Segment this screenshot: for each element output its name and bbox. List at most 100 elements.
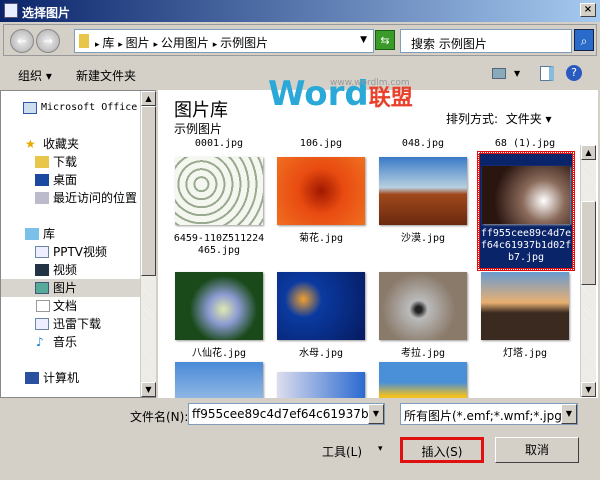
help-icon[interactable]: ? bbox=[566, 65, 582, 81]
scroll-thumb[interactable] bbox=[581, 201, 596, 285]
folder-icon bbox=[79, 34, 89, 48]
content-pane: Word联盟 www.wordlm.com 图片库 示例图片 排列方式: 文件夹 … bbox=[158, 74, 598, 398]
preview-pane-icon[interactable] bbox=[540, 66, 554, 81]
file-item[interactable]: 水母.jpg bbox=[274, 272, 368, 360]
word-icon bbox=[23, 102, 37, 114]
nav-item-recent[interactable]: 最近访问的位置 bbox=[1, 189, 141, 207]
desktop-icon bbox=[35, 174, 49, 186]
file-item[interactable]: 6459-110Z511224465.jpg bbox=[172, 157, 266, 257]
insert-button[interactable]: 插入(S) bbox=[400, 437, 484, 463]
filename-input[interactable]: ff955cee89c4d7ef64c61937b1d02fb7.jpg▼ bbox=[188, 403, 385, 425]
title-bar: 选择图片 × bbox=[0, 0, 600, 22]
thumbnail bbox=[175, 272, 263, 340]
music-icon: ♪ bbox=[36, 335, 44, 349]
navigation-pane: Microsoft Office ★ 收藏夹 下载 桌面 最近访问的位置 库 PP… bbox=[0, 90, 156, 398]
video-icon bbox=[35, 264, 49, 276]
library-doc-icon bbox=[35, 318, 49, 330]
file-item[interactable]: 八仙花.jpg bbox=[172, 272, 266, 360]
thumbnail bbox=[482, 166, 570, 224]
file-item[interactable]: 沙漠.jpg bbox=[376, 157, 470, 245]
nav-item-music[interactable]: ♪ 音乐 bbox=[1, 333, 141, 351]
crumb-public-pictures[interactable]: 公用图片 bbox=[153, 36, 208, 50]
pictures-icon bbox=[35, 282, 49, 294]
refresh-icon[interactable]: ⇆ bbox=[375, 30, 395, 50]
search-icon[interactable]: ⌕ bbox=[574, 29, 594, 51]
nav-item-downloads[interactable]: 下载 bbox=[1, 153, 141, 171]
crumb-sample-pictures[interactable]: 示例图片 bbox=[213, 36, 268, 50]
nav-item-documents[interactable]: 文档 bbox=[1, 297, 141, 315]
scroll-up-button[interactable]: ▲ bbox=[141, 91, 156, 106]
chevron-down-icon[interactable]: ▼ bbox=[360, 35, 367, 45]
view-icon[interactable] bbox=[492, 68, 506, 79]
chevron-down-icon[interactable]: ▼ bbox=[368, 404, 384, 424]
search-input[interactable]: 搜索 示例图片 bbox=[400, 29, 572, 53]
app-icon bbox=[4, 3, 18, 18]
nav-item-pictures[interactable]: 图片 bbox=[1, 279, 141, 297]
organize-button[interactable]: 组织 ▾ bbox=[18, 67, 52, 84]
scroll-down-button[interactable]: ▼ bbox=[581, 382, 596, 397]
scroll-up-button[interactable]: ▲ bbox=[581, 145, 596, 160]
nav-item-library[interactable]: 库 bbox=[1, 225, 141, 243]
tools-button[interactable]: 工具(L) bbox=[322, 443, 362, 460]
page-subtitle: 示例图片 bbox=[174, 122, 223, 136]
thumbnail-tulips bbox=[379, 362, 467, 398]
sort-dropdown[interactable]: 文件夹 ▾ bbox=[506, 112, 552, 126]
partial-label: 106.jpg bbox=[299, 138, 343, 149]
partial-label: 0001.jpg bbox=[194, 138, 244, 149]
filetype-select[interactable]: 所有图片(*.emf;*.wmf;*.jpg;*.jpeg)▼ bbox=[400, 403, 578, 425]
thumbnail bbox=[379, 272, 467, 340]
file-item[interactable] bbox=[172, 362, 266, 398]
sort-control[interactable]: 排列方式: 文件夹 ▾ bbox=[446, 110, 552, 127]
chevron-down-icon[interactable]: ▾ bbox=[378, 444, 383, 454]
forward-button[interactable]: → bbox=[36, 29, 60, 53]
crumb-pictures[interactable]: 图片 bbox=[118, 36, 149, 50]
thumbnail bbox=[277, 272, 365, 340]
thumbnail bbox=[277, 157, 365, 225]
crumb-library[interactable]: 库 bbox=[95, 36, 114, 50]
nav-item-favorites[interactable]: ★ 收藏夹 bbox=[1, 135, 141, 153]
chevron-down-icon[interactable]: ▼ bbox=[561, 404, 577, 424]
thumbnail bbox=[175, 157, 263, 225]
file-item-selected[interactable]: ff955cee89c4d7ef64c61937b1d02fb7.jpg bbox=[477, 151, 575, 271]
library-icon bbox=[25, 228, 39, 240]
chevron-down-icon[interactable]: ▼ bbox=[514, 69, 520, 78]
file-item[interactable]: 灯塔.jpg bbox=[478, 272, 572, 360]
nav-item-desktop[interactable]: 桌面 bbox=[1, 171, 141, 189]
watermark-logo: Word联盟 www.wordlm.com bbox=[268, 74, 413, 114]
download-folder-icon bbox=[35, 156, 49, 168]
nav-item-office[interactable]: Microsoft Office bbox=[1, 99, 141, 117]
address-bar-row: ← → 库 图片 公用图片 示例图片 ▼ ⇆ 搜索 示例图片 ⌕ bbox=[3, 24, 597, 56]
partial-label: 048.jpg bbox=[401, 138, 445, 149]
file-item[interactable] bbox=[376, 362, 470, 398]
nav-item-video[interactable]: 视频 bbox=[1, 261, 141, 279]
content-scrollbar[interactable]: ▲ ▼ bbox=[580, 145, 596, 397]
file-item[interactable]: 菊花.jpg bbox=[274, 157, 368, 245]
file-item[interactable] bbox=[274, 372, 368, 398]
nav-item-xunlei[interactable]: 迅雷下载 bbox=[1, 315, 141, 333]
thumbnail bbox=[379, 157, 467, 225]
recent-icon bbox=[35, 192, 49, 204]
scroll-down-button[interactable]: ▼ bbox=[141, 382, 156, 397]
cancel-button[interactable]: 取消 bbox=[495, 437, 579, 463]
file-grid: 0001.jpg 106.jpg 048.jpg 68 (1).jpg 6459… bbox=[158, 138, 580, 398]
breadcrumb[interactable]: 库 图片 公用图片 示例图片 ▼ bbox=[74, 29, 374, 53]
nav-scrollbar[interactable]: ▲ ▼ bbox=[140, 91, 156, 397]
window-title: 选择图片 bbox=[22, 6, 71, 20]
watermark-cn: 联盟 bbox=[368, 86, 413, 111]
nav-item-computer[interactable]: 计算机 bbox=[1, 369, 141, 387]
library-doc-icon bbox=[35, 246, 49, 258]
star-icon: ★ bbox=[25, 137, 36, 151]
nav-item-pptv[interactable]: PPTV视频 bbox=[1, 243, 141, 261]
scroll-thumb[interactable] bbox=[141, 106, 156, 276]
close-button[interactable]: × bbox=[580, 3, 596, 17]
document-icon bbox=[36, 300, 50, 312]
thumbnail-clouds bbox=[277, 372, 365, 398]
computer-icon bbox=[25, 372, 39, 384]
thumbnail-penguins bbox=[175, 362, 263, 398]
page-title: 图片库 bbox=[174, 100, 228, 121]
watermark-url: www.wordlm.com bbox=[330, 78, 410, 88]
filename-label: 文件名(N): bbox=[130, 410, 189, 424]
back-button[interactable]: ← bbox=[10, 29, 34, 53]
new-folder-button[interactable]: 新建文件夹 bbox=[76, 67, 136, 84]
file-item[interactable]: 考拉.jpg bbox=[376, 272, 470, 360]
